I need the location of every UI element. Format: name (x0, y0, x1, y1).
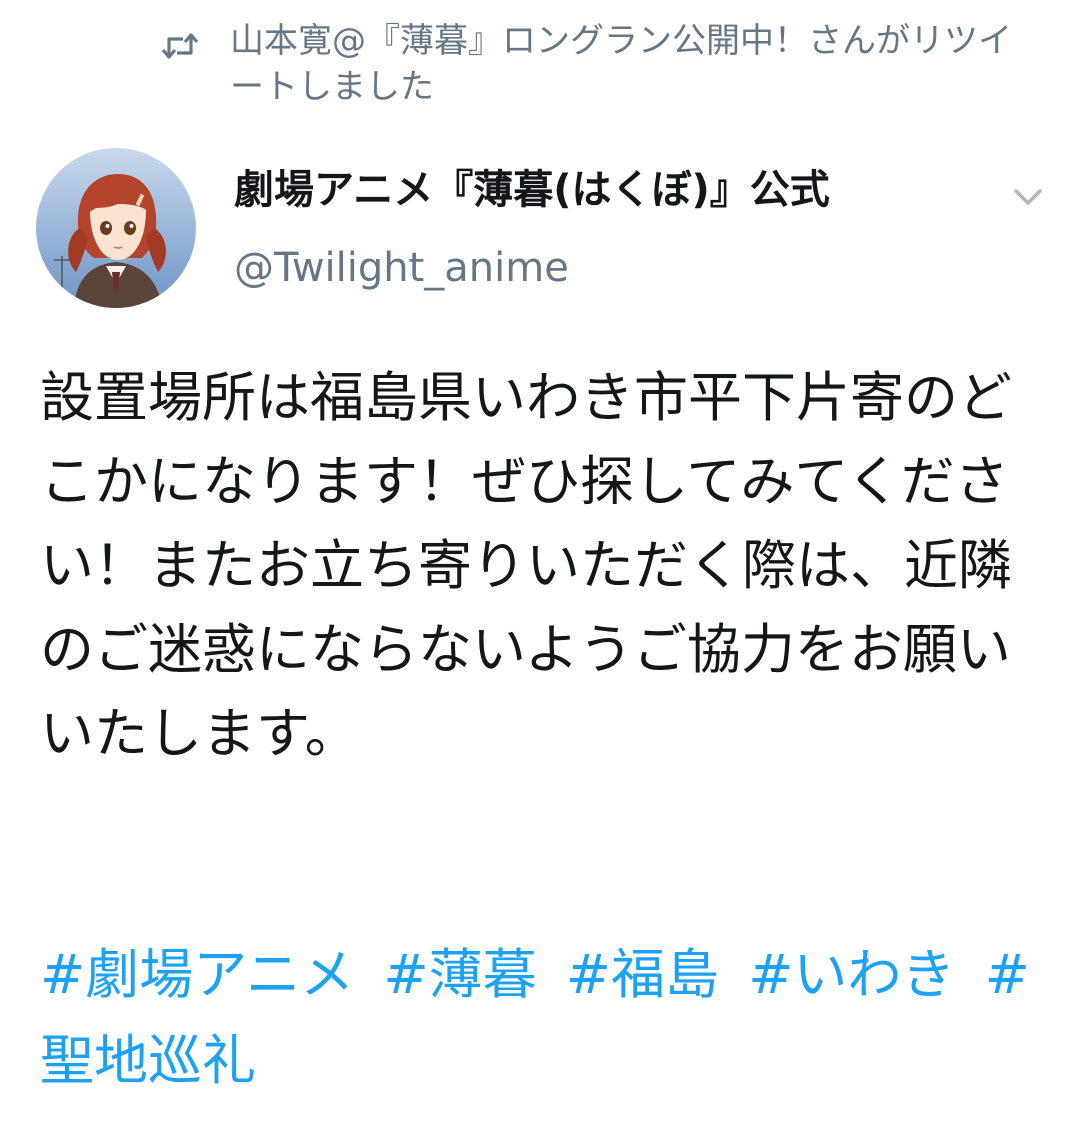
author-display-name[interactable]: 劇場アニメ『薄暮(はくぼ)』公式 (234, 160, 830, 220)
retweet-icon (161, 33, 199, 59)
hashtag-link[interactable]: #いわき (748, 943, 955, 1006)
hashtag-link[interactable]: #劇場アニメ (40, 943, 354, 1006)
retweet-context-text[interactable]: 山本寛@『薄暮』ロングラン公開中！さんがリツイートしました (230, 18, 1020, 110)
retweet-context[interactable]: 山本寛@『薄暮』ロングラン公開中！さんがリツイートしました (160, 18, 1040, 110)
chevron-down-icon[interactable] (1008, 176, 1048, 216)
hashtag-link[interactable]: #福島 (566, 943, 719, 1006)
hashtag-link[interactable]: #薄暮 (383, 943, 536, 1006)
author-username[interactable]: @Twilight_anime (234, 238, 569, 298)
tweet-text: 設置場所は福島県いわき市平下片寄のどこかになります！ぜひ探してみてください！また… (40, 366, 1012, 765)
avatar-image (36, 148, 196, 308)
hashtag-list: #劇場アニメ #薄暮 #福島 #いわき #聖地巡礼 (40, 932, 1040, 1104)
avatar[interactable] (36, 148, 196, 308)
